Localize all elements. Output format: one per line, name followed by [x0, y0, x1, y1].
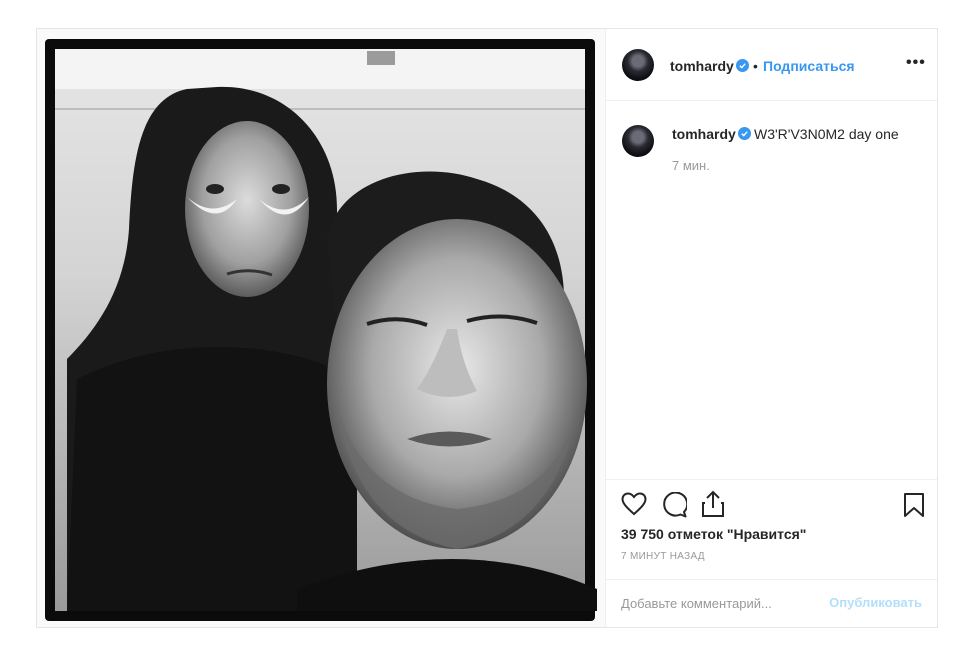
bookmark-icon[interactable]: [903, 492, 925, 523]
post-photo[interactable]: [37, 29, 605, 627]
post-header: tomhardy • Подписаться •••: [606, 29, 937, 101]
more-options-icon[interactable]: •••: [906, 54, 926, 72]
separator-dot: •: [753, 58, 758, 74]
caption-avatar[interactable]: [622, 125, 654, 157]
likes-count[interactable]: 39 750 отметок "Нравится": [621, 526, 806, 542]
action-bar: 39 750 отметок "Нравится" 7 МИНУТ НАЗАД: [606, 479, 937, 579]
instagram-post: tomhardy • Подписаться ••• tomhardy W3'R…: [36, 28, 938, 628]
share-icon[interactable]: [701, 490, 725, 523]
caption-timestamp: 7 мин.: [672, 158, 710, 173]
verified-badge-icon: [738, 127, 751, 140]
username-link[interactable]: tomhardy: [670, 58, 734, 74]
caption-text: W3'R'V3N0M2 day one: [754, 126, 899, 142]
publish-button[interactable]: Опубликовать: [829, 595, 922, 610]
post-time-ago: 7 МИНУТ НАЗАД: [621, 551, 705, 562]
photo-image: [45, 39, 597, 621]
caption-username[interactable]: tomhardy: [672, 126, 736, 142]
comment-bar: Опубликовать: [606, 579, 937, 627]
heart-icon[interactable]: [621, 492, 647, 521]
follow-button[interactable]: Подписаться: [763, 58, 855, 74]
comment-icon[interactable]: [661, 491, 689, 523]
avatar[interactable]: [622, 49, 654, 81]
post-side-panel: tomhardy • Подписаться ••• tomhardy W3'R…: [605, 29, 937, 627]
comment-input[interactable]: [621, 592, 821, 614]
verified-badge-icon: [736, 59, 749, 72]
